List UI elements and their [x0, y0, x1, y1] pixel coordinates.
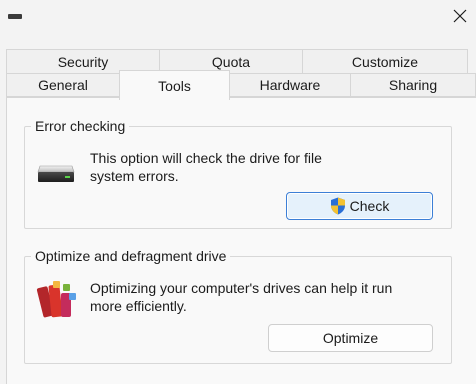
- tab-general[interactable]: General: [6, 73, 120, 97]
- minus-icon: [8, 14, 22, 19]
- tab-customize[interactable]: Customize: [302, 49, 468, 73]
- tab-tools[interactable]: Tools: [119, 70, 230, 100]
- close-icon: [453, 9, 467, 23]
- check-button[interactable]: Check: [286, 192, 433, 220]
- defrag-icon: [36, 281, 76, 318]
- optimize-title: Optimize and defragment drive: [31, 247, 231, 265]
- error-checking-description: This option will check the drive for fil…: [90, 150, 322, 184]
- close-button[interactable]: [444, 0, 476, 32]
- title-bar: [0, 0, 476, 34]
- optimize-description: Optimizing your computer's drives can he…: [90, 280, 393, 314]
- uac-shield-icon: [330, 197, 345, 215]
- optimize-button[interactable]: Optimize: [268, 324, 433, 352]
- tab-sharing[interactable]: Sharing: [350, 73, 476, 97]
- error-checking-title: Error checking: [31, 117, 130, 135]
- drive-icon: [37, 165, 75, 182]
- tab-hardware[interactable]: Hardware: [229, 73, 351, 97]
